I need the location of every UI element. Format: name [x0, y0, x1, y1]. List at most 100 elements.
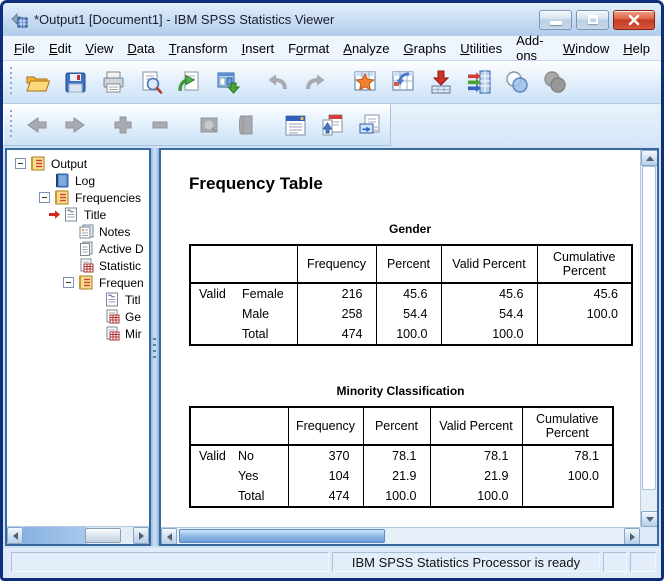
scroll-down-button[interactable] — [641, 511, 657, 527]
collapse-icon[interactable] — [39, 192, 50, 203]
variables-icon — [431, 70, 451, 94]
print-preview-button[interactable] — [132, 64, 170, 100]
maximize-button[interactable] — [576, 9, 609, 30]
tree-item-output[interactable]: Output — [7, 155, 149, 172]
goto-case-button[interactable] — [384, 64, 422, 100]
collapse-icon[interactable] — [15, 158, 26, 169]
cell-value: 100.0 — [362, 486, 430, 507]
scroll-up-button[interactable] — [641, 150, 657, 166]
save-button[interactable] — [56, 64, 94, 100]
menu-help[interactable]: Help — [616, 38, 657, 59]
select-last-output-button[interactable] — [277, 107, 314, 143]
recall-dialog-button[interactable] — [170, 64, 208, 100]
content-horizontal-scrollbar[interactable] — [161, 527, 640, 544]
output-canvas[interactable]: Frequency Table Gender Frequency Percent… — [161, 150, 640, 527]
minimize-button[interactable] — [539, 9, 572, 30]
goto-data-button[interactable] — [346, 64, 384, 100]
statistics-table-icon — [106, 309, 120, 324]
tree-item-title[interactable]: Title — [7, 206, 149, 223]
minority-table-block[interactable]: Minority Classification Frequency Percen… — [189, 384, 614, 508]
undo-button[interactable] — [258, 64, 296, 100]
toolbar-gripper[interactable] — [9, 110, 14, 140]
tree-item-gender[interactable]: Ge — [7, 308, 149, 325]
variables-button[interactable] — [422, 64, 460, 100]
menu-graphs[interactable]: Graphs — [397, 38, 454, 59]
close-button[interactable] — [613, 9, 655, 30]
open-file-button[interactable] — [18, 64, 56, 100]
scroll-left-button[interactable] — [161, 528, 177, 544]
designate-window-button[interactable] — [314, 107, 351, 143]
cell-value: 100.0 — [536, 304, 632, 324]
content-vertical-scrollbar[interactable] — [640, 150, 657, 527]
demote-button[interactable] — [142, 107, 179, 143]
tree-item-frequencies[interactable]: Frequencies — [7, 189, 149, 206]
tree-item-log[interactable]: Log — [7, 172, 149, 189]
split-file-icon — [544, 71, 566, 93]
menu-window[interactable]: Window — [556, 38, 616, 59]
menu-utilities[interactable]: Utilities — [453, 38, 509, 59]
select-cases-icon — [506, 71, 528, 93]
scroll-track[interactable] — [23, 527, 133, 544]
minority-frequency-table[interactable]: Frequency Percent Valid Percent Cumulati… — [189, 406, 614, 508]
outline-horizontal-scrollbar[interactable] — [7, 526, 149, 544]
scroll-track[interactable] — [641, 166, 657, 511]
cell-value: 474 — [287, 486, 363, 507]
notebook-icon — [55, 190, 69, 205]
show-output-button[interactable] — [191, 107, 228, 143]
scroll-thumb[interactable] — [179, 529, 385, 543]
tree-item-statistics[interactable]: Statistic — [7, 257, 149, 274]
scroll-thumb[interactable] — [642, 166, 656, 491]
scroll-left-button[interactable] — [7, 527, 23, 544]
gender-frequency-table[interactable]: Frequency Percent Valid Percent Cumulati… — [189, 244, 633, 346]
redo-icon — [305, 74, 324, 89]
toolbar-outline-row — [3, 104, 661, 146]
export-output-button[interactable] — [208, 64, 246, 100]
row-label — [190, 304, 240, 324]
minimize-icon — [549, 20, 562, 25]
plus-icon — [114, 116, 132, 134]
back-button[interactable] — [19, 107, 56, 143]
scroll-right-button[interactable] — [133, 527, 149, 544]
cell-value: 21.9 — [429, 466, 522, 486]
scroll-right-button[interactable] — [624, 528, 640, 544]
table-row: Male 258 54.4 54.4 100.0 — [190, 304, 632, 324]
insert-text-button[interactable] — [351, 107, 388, 143]
split-file-button[interactable] — [536, 64, 574, 100]
cell-value: 104 — [287, 466, 363, 486]
scroll-thumb[interactable] — [84, 528, 121, 543]
toolbar-gripper[interactable] — [8, 67, 13, 97]
pane-splitter[interactable] — [151, 148, 159, 546]
promote-button[interactable] — [105, 107, 142, 143]
collapse-icon[interactable] — [63, 277, 74, 288]
menu-view[interactable]: View — [78, 38, 120, 59]
variable-info-button[interactable] — [460, 64, 498, 100]
titlebar[interactable]: *Output1 [Document1] - IBM SPSS Statisti… — [3, 3, 661, 36]
menu-analyze[interactable]: Analyze — [336, 38, 396, 59]
menu-edit[interactable]: Edit — [42, 38, 78, 59]
forward-button[interactable] — [56, 107, 93, 143]
cell-value: 474 — [296, 324, 376, 345]
tree-item-title-sub[interactable]: Titl — [7, 291, 149, 308]
menu-format[interactable]: Format — [281, 38, 336, 59]
cell-value: 78.1 — [521, 445, 613, 466]
menu-insert[interactable]: Insert — [235, 38, 282, 59]
toolbar-outline — [3, 104, 391, 146]
tree-item-active-dataset[interactable]: Active D — [7, 240, 149, 257]
menu-data[interactable]: Data — [120, 38, 161, 59]
tree-item-notes[interactable]: Notes — [7, 223, 149, 240]
menu-file[interactable]: File — [7, 38, 42, 59]
print-preview-icon — [142, 71, 162, 94]
print-button[interactable] — [94, 64, 132, 100]
hide-output-button[interactable] — [228, 107, 265, 143]
gender-table-block[interactable]: Gender Frequency Percent Valid Percent C… — [189, 222, 633, 346]
select-cases-button[interactable] — [498, 64, 536, 100]
redo-button[interactable] — [296, 64, 334, 100]
cell-value: 78.1 — [362, 445, 430, 466]
scroll-track[interactable] — [177, 528, 624, 544]
tree-item-minority[interactable]: Mir — [7, 325, 149, 342]
menu-transform[interactable]: Transform — [162, 38, 235, 59]
table-title: Gender — [388, 222, 431, 236]
table-header-row: Frequency Percent Valid Percent Cumulati… — [190, 407, 613, 446]
tree-item-frequencies-sub[interactable]: Frequen — [7, 274, 149, 291]
row-label: Female — [242, 287, 284, 301]
